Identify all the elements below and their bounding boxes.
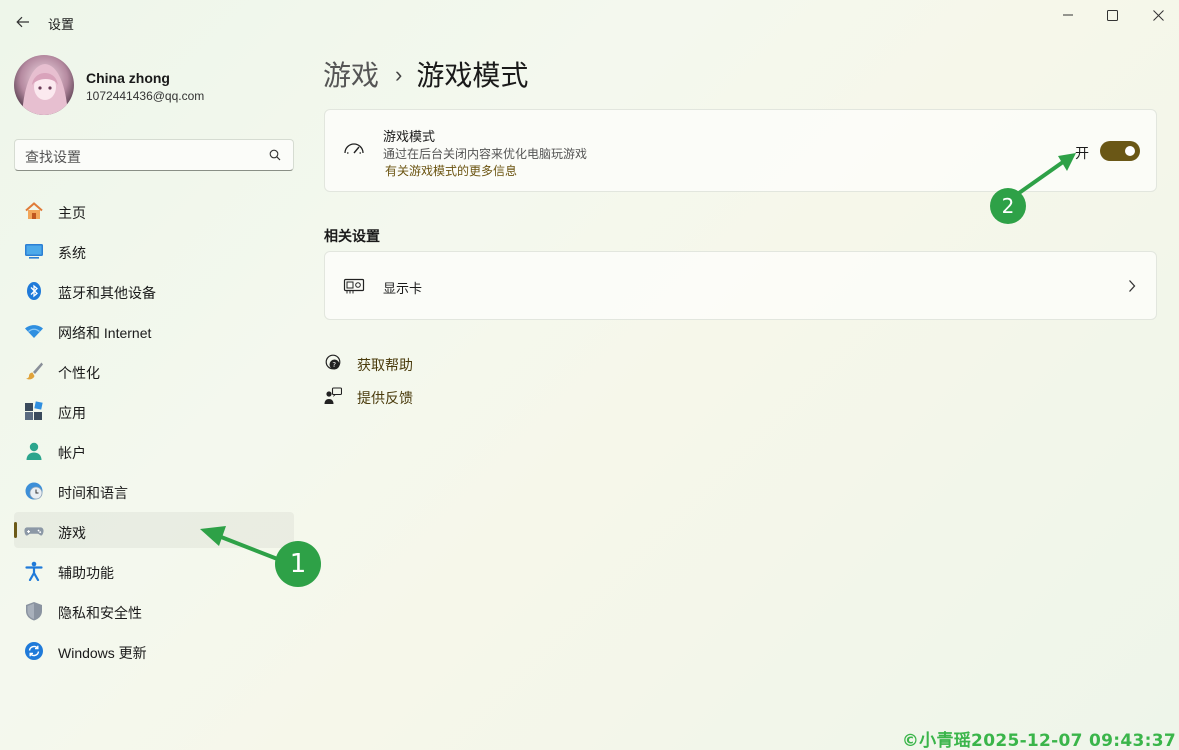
back-arrow-icon	[16, 16, 29, 28]
sidebar-item-privacy[interactable]: 隐私和安全性	[14, 592, 294, 628]
maximize-button[interactable]	[1089, 0, 1135, 30]
minimize-icon	[1063, 14, 1073, 16]
toggle-knob	[1125, 146, 1135, 156]
feedback-person-icon	[324, 387, 342, 404]
breadcrumb-separator: ›	[395, 62, 403, 87]
breadcrumb-parent-link[interactable]: 游戏	[323, 60, 379, 91]
speedometer-icon	[344, 143, 364, 154]
brush-icon	[24, 361, 44, 381]
gamepad-icon	[24, 521, 44, 541]
chevron-right-icon	[1129, 280, 1136, 292]
wifi-icon	[24, 321, 44, 341]
game-mode-card: 游戏模式 通过在后台关闭内容来优化电脑玩游戏 有关游戏模式的更多信息 开	[324, 109, 1157, 192]
toggle-state-label: 开	[1075, 145, 1089, 161]
related-item-graphics[interactable]: 显示卡	[324, 251, 1157, 320]
bluetooth-icon	[24, 281, 44, 301]
minimize-button[interactable]	[1045, 0, 1091, 30]
selection-indicator	[14, 522, 17, 538]
page-title: 游戏模式	[416, 60, 529, 91]
app-title: 设置	[48, 17, 75, 32]
sidebar-nav: 主页 系统 蓝牙和其他设备 网络和 Internet 个性化 应用 帐户 时间和…	[14, 192, 294, 672]
sidebar-item-system[interactable]: 系统	[14, 232, 294, 268]
search-input[interactable]: 查找设置	[25, 147, 81, 167]
watermark: ©小青瑶2025-12-07 09:43:37	[901, 731, 1176, 750]
maximize-icon	[1106, 9, 1118, 21]
graphics-card-icon	[343, 278, 365, 294]
sidebar-item-accessibility[interactable]: 辅助功能	[14, 552, 294, 588]
person-icon	[24, 441, 44, 461]
clock-globe-icon	[24, 481, 44, 501]
annotation-badge-1: 1	[275, 541, 321, 587]
search-box[interactable]: 查找设置	[14, 139, 294, 171]
game-mode-title: 游戏模式	[383, 129, 436, 144]
sidebar-item-home[interactable]: 主页	[14, 192, 294, 228]
sidebar-item-bluetooth[interactable]: 蓝牙和其他设备	[14, 272, 294, 308]
title-bar: 设置	[0, 0, 1179, 44]
search-icon	[269, 149, 281, 161]
user-profile[interactable]: China zhong 1072441436@qq.com	[14, 55, 294, 115]
sidebar-item-time-language[interactable]: 时间和语言	[14, 472, 294, 508]
sidebar-item-accounts[interactable]: 帐户	[14, 432, 294, 468]
user-name: China zhong	[86, 70, 170, 86]
sidebar-item-gaming[interactable]: 游戏	[14, 512, 294, 548]
annotation-badge-2: 2	[990, 188, 1026, 224]
apps-icon	[24, 401, 44, 421]
sidebar-item-network[interactable]: 网络和 Internet	[14, 312, 294, 348]
get-help-link[interactable]: ? 获取帮助	[324, 352, 444, 374]
sidebar-item-windows-update[interactable]: Windows 更新	[14, 632, 294, 668]
home-icon	[24, 201, 44, 221]
avatar	[14, 55, 74, 115]
close-window-button[interactable]	[1135, 0, 1179, 30]
game-mode-more-info-link[interactable]: 有关游戏模式的更多信息	[385, 162, 517, 179]
game-mode-description: 通过在后台关闭内容来优化电脑玩游戏	[383, 147, 588, 161]
give-feedback-link[interactable]: 提供反馈	[324, 385, 444, 407]
close-icon	[1152, 9, 1164, 21]
accessibility-icon	[24, 561, 44, 581]
related-settings-heading: 相关设置	[324, 228, 380, 244]
sidebar-item-personalization[interactable]: 个性化	[14, 352, 294, 388]
help-chat-icon: ?	[325, 354, 341, 370]
related-item-label: 显示卡	[383, 281, 423, 296]
svg-text:?: ?	[332, 361, 336, 369]
game-mode-toggle[interactable]	[1100, 141, 1140, 161]
user-email: 1072441436@qq.com	[86, 89, 205, 103]
update-icon	[24, 641, 44, 661]
sidebar-item-apps[interactable]: 应用	[14, 392, 294, 428]
breadcrumb: 游戏 › 游戏模式	[323, 54, 528, 94]
shield-icon	[24, 601, 44, 621]
back-button[interactable]	[10, 10, 36, 34]
monitor-icon	[24, 241, 44, 261]
